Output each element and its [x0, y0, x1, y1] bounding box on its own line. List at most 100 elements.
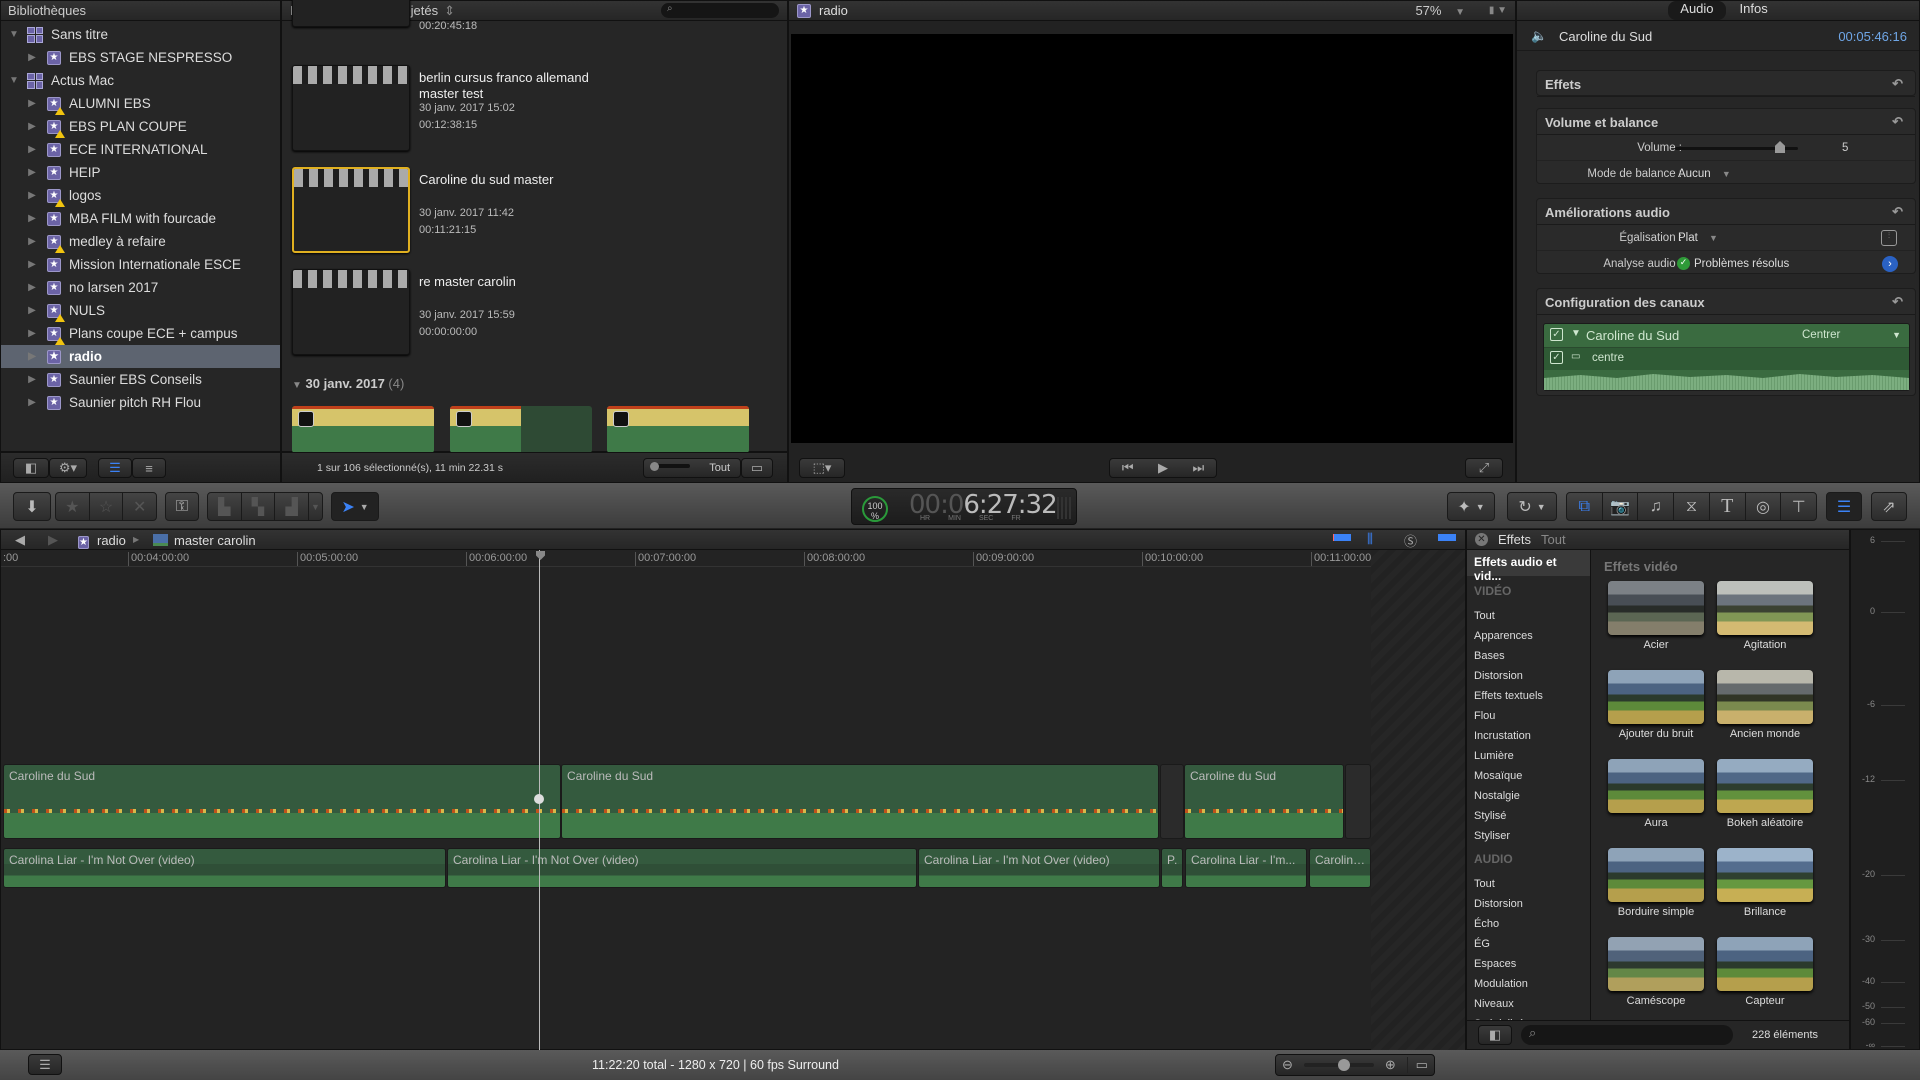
library-item[interactable]: ▶ ★ ALUMNI EBS	[1, 92, 280, 115]
volume-value[interactable]: 5	[1842, 142, 1848, 154]
video-clip[interactable]: Carolina Liar - I'm Not Over (video)	[447, 848, 917, 888]
library-item[interactable]: ▶ ★ Saunier EBS Conseils	[1, 368, 280, 391]
chevron-down-icon[interactable]: ▼	[309, 493, 322, 520]
disclosure-triangle-icon[interactable]: ▶	[27, 52, 37, 63]
category-item[interactable]: Nostalgie	[1474, 790, 1520, 802]
effect-thumbnail[interactable]	[1608, 581, 1704, 635]
category-item[interactable]: Distorsion	[1474, 898, 1523, 910]
snapping-icon[interactable]	[1438, 534, 1456, 541]
audio-skimming-icon[interactable]: ⫼	[1367, 531, 1373, 547]
list-view-button[interactable]: ≡	[132, 458, 166, 478]
category-item[interactable]: Écho	[1474, 918, 1499, 930]
effect-thumbnail[interactable]	[1608, 937, 1704, 991]
eq-dropdown[interactable]: Plat ▼	[1678, 232, 1718, 244]
photos-browser-button[interactable]: 📷	[1603, 493, 1639, 520]
category-item[interactable]: Niveaux	[1474, 998, 1514, 1010]
browser-search-input[interactable]: ⌕	[661, 3, 779, 18]
library-item[interactable]: ▶ ★ no larsen 2017	[1, 276, 280, 299]
disclosure-triangle-icon[interactable]: ▶	[27, 121, 37, 132]
close-icon[interactable]: ✕	[1475, 533, 1488, 546]
library-item[interactable]: ▼ Sans titre	[1, 23, 280, 46]
video-clip[interactable]: Carolina Liar - I'm Not Over (video)	[3, 848, 446, 888]
category-item[interactable]: Mosaïque	[1474, 770, 1522, 782]
video-clip[interactable]: Carolina Liar - I'm Not Over (video)	[918, 848, 1160, 888]
music-browser-button[interactable]: ♫	[1638, 493, 1675, 520]
category-item[interactable]: Distorsion	[1474, 670, 1523, 682]
audio-clip-thumbnail[interactable]	[292, 406, 434, 453]
view-options-dropdown[interactable]: ▮ ▼	[1489, 5, 1507, 16]
effect-thumbnail[interactable]	[1717, 670, 1813, 724]
category-item[interactable]: Apparences	[1474, 630, 1533, 642]
project-thumbnail[interactable]	[292, 65, 410, 151]
clip-appearance-button[interactable]: ▭	[741, 458, 773, 478]
category-item[interactable]: Incrustation	[1474, 730, 1531, 742]
back-button[interactable]: ◀	[15, 532, 25, 548]
timeline-ruler[interactable]: :00 00:04:00:00 00:05:00:00 00:06:00:00 00:0…	[1, 550, 1465, 567]
volume-keyframe[interactable]	[534, 794, 544, 804]
effect-thumbnail[interactable]	[1717, 848, 1813, 902]
project-title[interactable]: Caroline du sud master	[419, 172, 619, 188]
library-item[interactable]: ▶ ★ HEIP	[1, 161, 280, 184]
import-button[interactable]: ⬇	[13, 492, 51, 521]
disclosure-triangle-icon[interactable]: ▶	[27, 144, 37, 155]
eq-settings-button[interactable]: ⫶	[1881, 230, 1897, 246]
effect-thumbnail[interactable]	[1608, 848, 1704, 902]
category-item[interactable]: Tout	[1474, 878, 1495, 890]
reset-icon[interactable]: ↶	[1892, 76, 1903, 92]
video-clip[interactable]: Carolina...	[1309, 848, 1371, 888]
project-title[interactable]: berlin cursus franco allemand master tes…	[419, 70, 619, 102]
gap-clip[interactable]	[1345, 764, 1371, 839]
disclosure-triangle-icon[interactable]: ▶	[27, 282, 37, 293]
clip-appearance-icon[interactable]: ▭	[1406, 1057, 1428, 1073]
category-item[interactable]: Modulation	[1474, 978, 1528, 990]
disclosure-triangle-icon[interactable]: ▼	[9, 75, 19, 86]
channel-checkbox[interactable]: ✓	[1550, 328, 1563, 341]
channel-checkbox[interactable]: ✓	[1550, 351, 1563, 364]
fullscreen-button[interactable]: ⤢	[1465, 458, 1503, 478]
library-item[interactable]: ▶ ★ Plans coupe ECE + campus	[1, 322, 280, 345]
disclosure-triangle-icon[interactable]: ▶	[27, 259, 37, 270]
dashboard-timecode[interactable]: 100% 00:06:27:32 HR MIN SEC FR	[851, 488, 1077, 525]
gap-clip[interactable]	[1160, 764, 1184, 839]
category-item[interactable]: Espaces	[1474, 958, 1516, 970]
effect-thumbnail[interactable]	[1608, 670, 1704, 724]
reset-icon[interactable]: ↶	[1892, 204, 1903, 220]
generators-browser-button[interactable]: ◎	[1746, 493, 1782, 520]
disclosure-triangle-icon[interactable]: ▼	[1571, 328, 1581, 339]
enhance-button[interactable]: ✦ ▼	[1447, 492, 1495, 521]
append-button[interactable]: ▟	[275, 493, 309, 520]
background-task-indicator[interactable]: 100%	[862, 496, 888, 522]
viewer-zoom-dropdown[interactable]: 57% ▼	[1415, 3, 1465, 18]
unrate-button[interactable]: ☆	[90, 493, 124, 520]
inspector-toggle-button[interactable]: ☰	[1826, 492, 1862, 521]
video-canvas[interactable]	[791, 34, 1513, 443]
library-item[interactable]: ▶ ★ medley à refaire	[1, 230, 280, 253]
disclosure-triangle-icon[interactable]: ▶	[27, 98, 37, 109]
select-tool-button[interactable]: ➤ ▼	[331, 492, 379, 521]
library-item[interactable]: ▶ ★ NULS	[1, 299, 280, 322]
keyword-button[interactable]: ⚿	[165, 492, 199, 521]
action-menu-button[interactable]: ⚙▾	[49, 458, 87, 478]
audio-clip[interactable]: Caroline du Sud	[3, 764, 561, 839]
audio-clip[interactable]: Caroline du Sud	[561, 764, 1159, 839]
previous-edit-button[interactable]: ⏮	[1110, 460, 1145, 476]
timeline-index-button[interactable]: ☰	[28, 1054, 62, 1075]
category-item[interactable]: Stylisé	[1474, 810, 1506, 822]
timeline-zoom-slider[interactable]	[1303, 1059, 1374, 1071]
audio-clip-thumbnail[interactable]	[607, 406, 749, 453]
effect-thumbnail[interactable]	[1717, 937, 1813, 991]
date-group-header[interactable]: ▼ 30 janv. 2017 (4)	[292, 376, 404, 391]
category-item[interactable]: ÉG	[1474, 938, 1490, 950]
library-item[interactable]: ▶ ★ ECE INTERNATIONAL	[1, 138, 280, 161]
reset-icon[interactable]: ↶	[1892, 114, 1903, 130]
disclosure-triangle-icon[interactable]: ▶	[27, 305, 37, 316]
effects-browser-button[interactable]: ⧉	[1567, 493, 1603, 520]
library-item[interactable]: ▶ ★ EBS PLAN COUPE	[1, 115, 280, 138]
breadcrumb-event[interactable]: radio	[97, 533, 126, 548]
clip-size-slider[interactable]: Tout	[643, 458, 741, 478]
reject-button[interactable]: ✕	[123, 493, 156, 520]
video-clip[interactable]: P...	[1161, 848, 1183, 888]
clip-appearance-icon[interactable]	[1333, 534, 1351, 541]
library-item[interactable]: ▶ ★ Saunier pitch RH Flou	[1, 391, 280, 414]
analysis-details-button[interactable]: ›	[1882, 256, 1898, 272]
